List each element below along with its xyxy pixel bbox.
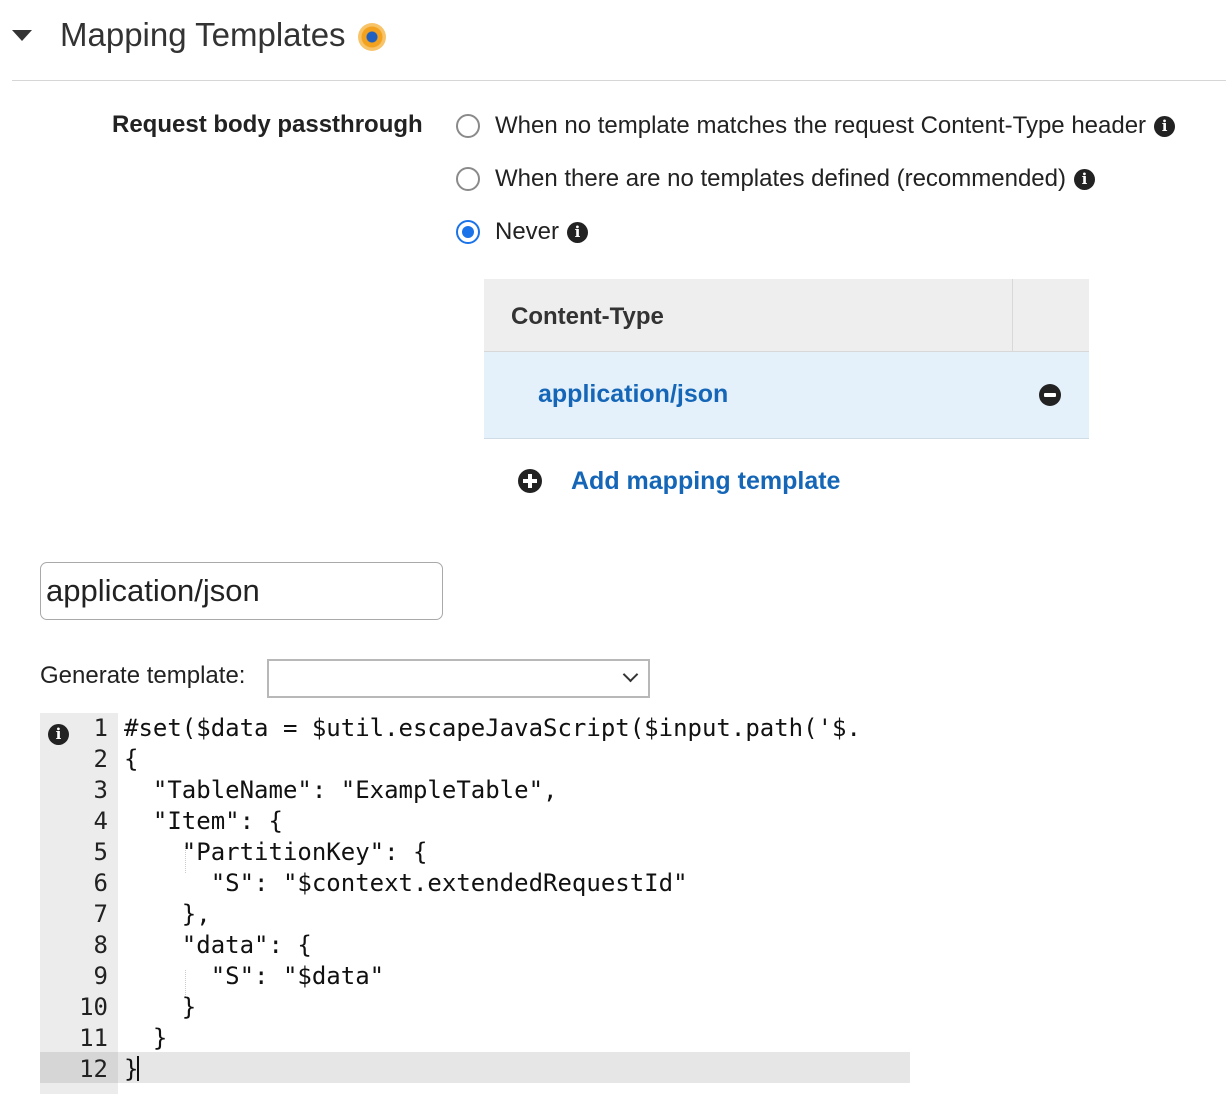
- info-icon[interactable]: i: [48, 724, 69, 745]
- content-type-input[interactable]: [40, 562, 443, 620]
- code-line[interactable]: {: [124, 744, 910, 775]
- status-dot-icon: [358, 23, 386, 51]
- info-icon[interactable]: i: [1154, 115, 1176, 137]
- passthrough-label: Request body passthrough: [112, 111, 423, 138]
- section-title: Mapping Templates: [60, 16, 346, 53]
- radio-label: When there are no templates defined (rec…: [495, 165, 1066, 192]
- chevron-down-icon: [622, 666, 639, 683]
- passthrough-option-no-match[interactable]: When no template matches the request Con…: [456, 111, 1176, 141]
- info-icon[interactable]: i: [567, 221, 589, 243]
- radio-label: When no template matches the request Con…: [495, 112, 1147, 139]
- line-number: 6: [93, 869, 108, 897]
- caret-down-icon[interactable]: [12, 30, 32, 41]
- line-number: 10: [79, 993, 108, 1021]
- line-number: 7: [93, 900, 108, 928]
- code-line[interactable]: "S": "$data": [124, 961, 910, 992]
- code-line[interactable]: #set($data = $util.escapeJavaScript($inp…: [124, 713, 910, 744]
- line-number: 12: [79, 1055, 108, 1083]
- code-editor[interactable]: i 1 2 3 4 5 6 7 8 9 10 11 12 #set($data …: [40, 713, 910, 1094]
- radio-button[interactable]: [456, 114, 480, 138]
- line-number: 4: [93, 807, 108, 835]
- content-type-link[interactable]: application/json: [538, 380, 728, 409]
- radio-button[interactable]: [456, 167, 480, 191]
- plus-circle-icon[interactable]: [518, 469, 542, 493]
- column-separator: [1012, 279, 1013, 352]
- add-mapping-template-link[interactable]: Add mapping template: [571, 467, 840, 496]
- code-line[interactable]: "PartitionKey": {: [124, 837, 910, 868]
- code-line[interactable]: "S": "$context.extendedRequestId": [124, 868, 910, 899]
- line-number: 8: [93, 931, 108, 959]
- text-cursor: [137, 1056, 139, 1081]
- code-line[interactable]: }: [124, 992, 910, 1023]
- passthrough-option-no-templates[interactable]: When there are no templates defined (rec…: [456, 164, 1095, 194]
- content-type-table-header: Content-Type: [484, 279, 1089, 352]
- generate-template-select[interactable]: [267, 659, 650, 698]
- code-lines[interactable]: #set($data = $util.escapeJavaScript($inp…: [124, 713, 910, 1085]
- content-type-table: Content-Type application/json: [484, 279, 1089, 439]
- line-number: 5: [93, 838, 108, 866]
- content-type-column-header: Content-Type: [511, 303, 664, 330]
- radio-label: Never: [495, 218, 560, 245]
- code-line[interactable]: "TableName": "ExampleTable",: [124, 775, 910, 806]
- table-row[interactable]: application/json: [484, 352, 1089, 439]
- code-line[interactable]: "data": {: [124, 930, 910, 961]
- line-number: 2: [93, 745, 108, 773]
- line-number: 1: [93, 714, 108, 742]
- line-number: 9: [93, 962, 108, 990]
- line-number: 11: [79, 1024, 108, 1052]
- passthrough-option-never[interactable]: Never i: [456, 217, 589, 247]
- info-icon[interactable]: i: [1073, 168, 1095, 190]
- code-line[interactable]: "Item": {: [124, 806, 910, 837]
- code-line[interactable]: },: [124, 899, 910, 930]
- section-divider: [12, 80, 1226, 81]
- code-line[interactable]: }: [124, 1023, 910, 1054]
- line-number: 3: [93, 776, 108, 804]
- radio-button-selected[interactable]: [456, 220, 480, 244]
- line-numbers: 1 2 3 4 5 6 7 8 9 10 11 12: [70, 713, 108, 1085]
- code-line[interactable]: }: [124, 1054, 910, 1085]
- minus-circle-icon[interactable]: [1039, 384, 1061, 406]
- generate-template-label: Generate template:: [40, 662, 246, 689]
